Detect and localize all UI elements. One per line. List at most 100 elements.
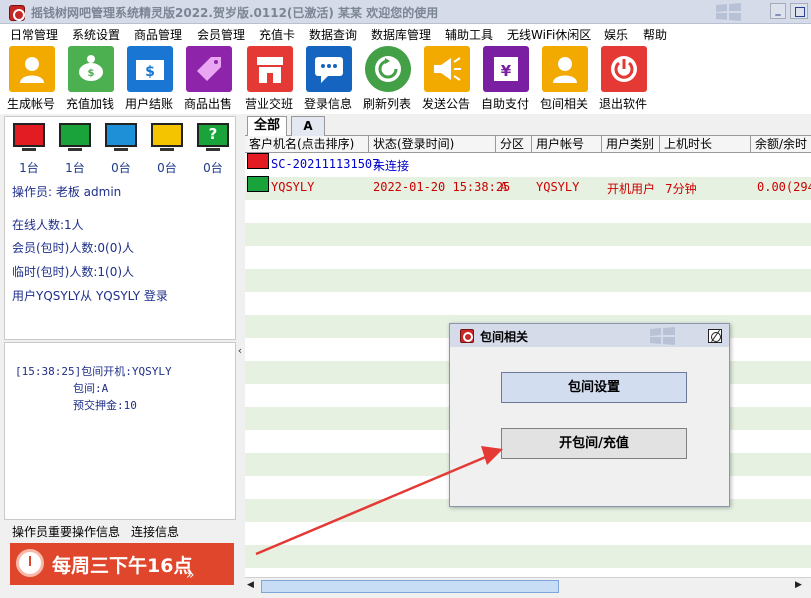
column-zone[interactable]: 分区 bbox=[496, 136, 532, 153]
bottom-tab-connections[interactable]: 连接信息 bbox=[131, 523, 179, 540]
client-balance: 0.00(294 bbox=[757, 180, 811, 194]
windows-logo-icon bbox=[650, 327, 675, 345]
table-row bbox=[245, 269, 811, 292]
column-balance[interactable]: 余额/余时 bbox=[751, 136, 811, 153]
table-row bbox=[245, 200, 811, 223]
login-message: 用户YQSYLY从 YQSYLY 登录 bbox=[12, 289, 168, 303]
table-row bbox=[245, 568, 811, 576]
zone-tabs: 全部 A bbox=[245, 116, 811, 136]
menu-database[interactable]: 数据库管理 bbox=[371, 26, 431, 43]
log-line: [15:38:25]包间开机:YQSYLY bbox=[15, 365, 172, 378]
app-icon bbox=[460, 329, 474, 343]
chevron-left-icon[interactable]: ‹ bbox=[235, 344, 245, 360]
scrollbar-thumb[interactable] bbox=[261, 580, 559, 593]
monitor-count: 1台 bbox=[65, 161, 85, 175]
scroll-left-icon[interactable]: ◀ bbox=[247, 580, 254, 590]
dollar-card-icon: $ bbox=[127, 46, 173, 92]
table-row bbox=[245, 522, 811, 545]
store-icon bbox=[247, 46, 293, 92]
client-status: 未连接 bbox=[373, 159, 410, 173]
app-icon bbox=[9, 5, 25, 21]
toolbar: 生成帐号 $ 充值加钱 $ 用户结账 商品出售 营业交班 登录信息 刷新列表 发… bbox=[0, 44, 811, 114]
member-count: 会员(包时)人数:0(0)人 bbox=[12, 241, 135, 255]
clock-icon bbox=[16, 549, 44, 577]
user-icon bbox=[9, 46, 55, 92]
tab-all[interactable]: 全部 bbox=[247, 116, 287, 136]
scroll-right-icon[interactable]: ▶ bbox=[795, 580, 802, 590]
tab-zone-a[interactable]: A bbox=[291, 116, 325, 136]
user-icon bbox=[542, 46, 588, 92]
panel-splitter[interactable]: ‹ bbox=[235, 116, 245, 594]
red-monitor-icon bbox=[247, 153, 269, 169]
sale-tag-icon bbox=[186, 46, 232, 92]
client-account: YQSYLY bbox=[536, 180, 580, 194]
open-room-recharge-button[interactable]: 开包间/充值 bbox=[501, 428, 687, 459]
toolbar-label: 退出软件 bbox=[598, 97, 647, 111]
client-name: SC-202111131507 bbox=[271, 157, 380, 171]
online-count: 在线人数:1人 bbox=[12, 218, 84, 232]
dialog-title: 包间相关 bbox=[480, 330, 529, 344]
menu-settings[interactable]: 系统设置 bbox=[72, 26, 120, 43]
dialog-title-bar: 包间相关 bbox=[450, 324, 729, 347]
menu-bar: 日常管理 系统设置 商品管理 会员管理 充值卡 数据查询 数据库管理 辅助工具 … bbox=[0, 24, 811, 44]
piggy-bank-icon: $ bbox=[68, 46, 114, 92]
title-bar: 摇钱树网吧管理系统精灵版2022.贺岁版.0112(已激活) 某某 欢迎您的使用… bbox=[0, 0, 811, 24]
client-status: 2022-01-20 15:38:25 bbox=[373, 180, 511, 194]
client-name: YQSYLY bbox=[271, 180, 315, 194]
menu-data-query[interactable]: 数据查询 bbox=[309, 26, 357, 43]
banner-text: 每周三下午16点 bbox=[52, 555, 193, 577]
svg-text:¥: ¥ bbox=[501, 62, 512, 80]
private-room-dialog: 包间相关 包间设置 开包间/充值 bbox=[449, 323, 730, 507]
client-zone: A bbox=[500, 180, 508, 194]
table-row bbox=[245, 292, 811, 315]
column-account[interactable]: 用户帐号 bbox=[532, 136, 602, 153]
menu-wifi[interactable]: 无线WiFi休闲区 bbox=[507, 26, 591, 43]
chat-icon bbox=[306, 46, 352, 92]
client-duration: 7分钟 bbox=[665, 182, 697, 196]
column-user-type[interactable]: 用户类别 bbox=[602, 136, 660, 153]
minimize-button[interactable]: _ bbox=[770, 3, 786, 19]
bottom-tab-operations[interactable]: 操作员重要操作信息 bbox=[12, 523, 120, 540]
temp-count: 临时(包时)人数:1(0)人 bbox=[12, 265, 135, 279]
column-duration[interactable]: 上机时长 bbox=[660, 136, 751, 153]
log-line: 包间:A bbox=[73, 382, 109, 395]
double-chevron-icon: » bbox=[186, 567, 195, 583]
column-status[interactable]: 状态(登录时间) bbox=[369, 136, 496, 153]
green-monitor-icon bbox=[247, 176, 269, 192]
menu-tools[interactable]: 辅助工具 bbox=[445, 26, 493, 43]
megaphone-icon bbox=[424, 46, 470, 92]
client-type: 开机用户 bbox=[607, 182, 656, 196]
left-panel: 1台 1台 0台 0台 ? 0台 操作员: 老板 admin 在线人数:1人 会… bbox=[4, 116, 236, 578]
close-icon[interactable] bbox=[708, 329, 722, 343]
monitor-count: 1台 bbox=[19, 161, 39, 175]
svg-text:$: $ bbox=[88, 68, 95, 79]
menu-recharge-card[interactable]: 充值卡 bbox=[259, 26, 295, 43]
menu-help[interactable]: 帮助 bbox=[643, 26, 667, 43]
menu-daily[interactable]: 日常管理 bbox=[10, 26, 58, 43]
menu-members[interactable]: 会员管理 bbox=[197, 26, 245, 43]
maximize-button[interactable] bbox=[790, 3, 808, 19]
power-icon bbox=[601, 46, 647, 92]
horizontal-scrollbar[interactable]: ◀ ▶ bbox=[245, 577, 811, 594]
monitor-count: 0台 bbox=[157, 161, 177, 175]
table-row[interactable]: YQSYLY 2022-01-20 15:38:25 A YQSYLY 开机用户… bbox=[245, 176, 811, 200]
refresh-icon bbox=[365, 46, 411, 92]
table-row bbox=[245, 246, 811, 269]
exit-button[interactable]: 退出软件 bbox=[592, 44, 654, 114]
operator-label: 操作员: 老板 admin bbox=[12, 185, 122, 199]
monitor-count: 0台 bbox=[111, 161, 131, 175]
table-row bbox=[245, 223, 811, 246]
table-row bbox=[245, 545, 811, 568]
status-panel: 1台 1台 0台 0台 ? 0台 操作员: 老板 admin 在线人数:1人 会… bbox=[4, 116, 236, 340]
log-line: 预交押金:10 bbox=[73, 399, 137, 412]
log-panel: [15:38:25]包间开机:YQSYLY 包间:A 预交押金:10 bbox=[4, 342, 236, 520]
column-client-name[interactable]: 客户机名(点击排序) bbox=[245, 136, 369, 153]
room-settings-button[interactable]: 包间设置 bbox=[501, 372, 687, 403]
windows-logo-icon bbox=[716, 3, 741, 21]
monitor-count: 0台 bbox=[203, 161, 223, 175]
table-row[interactable]: SC-202111131507 未连接 bbox=[245, 153, 811, 177]
promo-banner[interactable]: 每周三下午16点 » bbox=[10, 543, 234, 585]
sell-goods-button[interactable]: 商品出售 bbox=[177, 44, 239, 114]
menu-entertainment[interactable]: 娱乐 bbox=[604, 26, 628, 43]
menu-goods[interactable]: 商品管理 bbox=[134, 26, 182, 43]
